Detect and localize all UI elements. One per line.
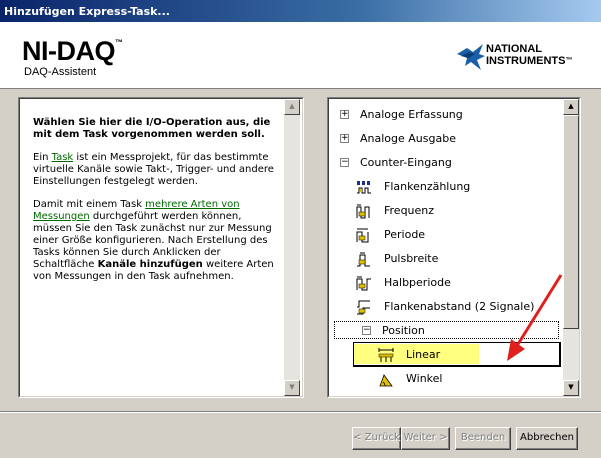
scroll-up-button[interactable]: ▲ (284, 99, 300, 115)
window-title-bar[interactable]: Hinzufügen Express-Task... (0, 0, 601, 22)
help-paragraph-2: Damit mit einem Task mehrere Arten von M… (33, 199, 274, 282)
tree-scrollbar[interactable]: ▲ ▼ (563, 99, 579, 396)
annotation-arrow-icon (507, 274, 563, 361)
product-subtitle: DAQ-Assistent (24, 66, 97, 78)
pulse-width-icon (357, 252, 370, 267)
semi-period-icon (356, 276, 371, 291)
tree-item-edge-count[interactable]: Flankenzählung (329, 177, 561, 197)
tree-item-period[interactable]: Periode (329, 225, 561, 245)
tree-item-angular[interactable]: Winkel (329, 369, 561, 389)
help-scrollbar[interactable]: ▲ ▼ (284, 99, 300, 396)
tree-item-pulse-width[interactable]: Pulsbreite (329, 249, 561, 269)
scroll-up-button[interactable]: ▲ (563, 99, 579, 115)
collapse-minus-icon[interactable]: − (340, 158, 349, 167)
linear-encoder-icon (378, 348, 394, 362)
expand-plus-icon[interactable]: + (340, 134, 349, 143)
help-panel: Wählen Sie hier die I/O-Operation aus, d… (18, 97, 304, 398)
back-button[interactable]: < Zurück (352, 427, 401, 450)
help-heading: Wählen Sie hier die I/O-Operation aus, d… (33, 117, 271, 140)
window-title: Hinzufügen Express-Task... (4, 5, 170, 18)
task-link[interactable]: Task (52, 152, 74, 163)
period-icon (356, 228, 369, 243)
tree-item-analog-input[interactable]: + Analoge Erfassung (329, 105, 561, 125)
finish-button[interactable]: Beenden (455, 427, 511, 450)
cancel-button[interactable]: Abbrechen (516, 427, 578, 450)
tree-item-counter-input[interactable]: − Counter-Eingang (329, 153, 561, 173)
vendor-logo-text: NATIONAL INSTRUMENTS™ (486, 43, 573, 67)
next-button[interactable]: Weiter > (401, 427, 450, 450)
task-tree-panel: + Analoge Erfassung + Analoge Ausgabe − … (327, 97, 581, 398)
angular-encoder-icon (379, 374, 393, 387)
frequency-icon (356, 204, 370, 219)
edge-count-icon (356, 179, 372, 195)
scroll-down-button[interactable]: ▼ (563, 380, 579, 396)
expand-plus-icon[interactable]: + (340, 110, 349, 119)
help-text: Wählen Sie hier die I/O-Operation aus, d… (33, 117, 278, 294)
tree-item-frequency[interactable]: Frequenz (329, 201, 561, 221)
tree-item-analog-output[interactable]: + Analoge Ausgabe (329, 129, 561, 149)
product-logo: NI-DAQ™ (22, 36, 123, 66)
scroll-thumb[interactable] (563, 115, 579, 329)
scroll-down-button[interactable]: ▼ (284, 380, 300, 396)
footer-separator (0, 411, 601, 413)
wizard-header: NI-DAQ™ DAQ-Assistent NATIONAL INSTRUMEN… (0, 22, 601, 89)
help-paragraph-1: Ein Task ist ein Messprojekt, für das be… (33, 152, 274, 187)
collapse-minus-icon[interactable]: − (362, 326, 371, 335)
two-edge-separation-icon (357, 300, 370, 315)
